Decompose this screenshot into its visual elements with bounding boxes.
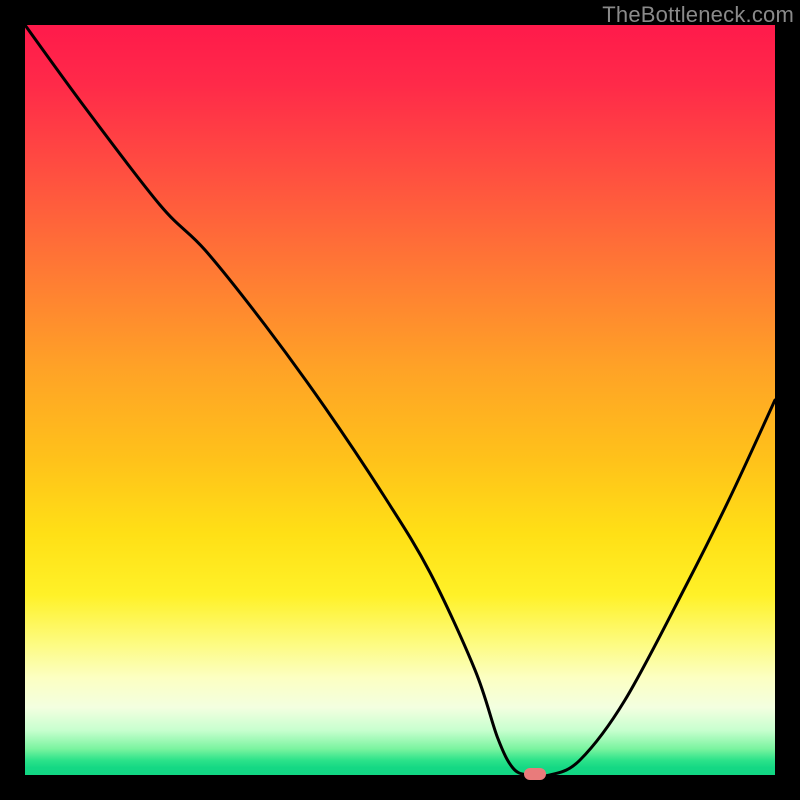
watermark-text: TheBottleneck.com: [602, 2, 794, 28]
bottleneck-curve: [25, 25, 775, 776]
chart-frame: TheBottleneck.com: [0, 0, 800, 800]
minimum-marker: [524, 768, 546, 780]
plot-area: [25, 25, 775, 775]
chart-svg: [25, 25, 775, 775]
